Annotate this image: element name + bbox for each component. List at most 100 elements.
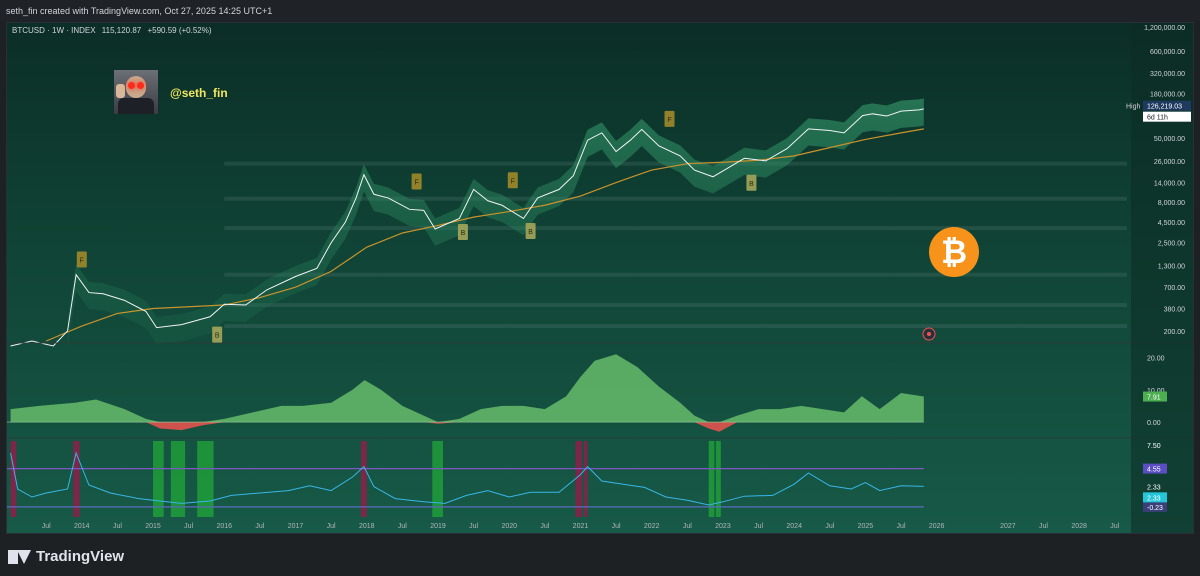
svg-text:B: B: [215, 333, 220, 340]
trend-band: [67, 98, 924, 348]
x-tick-label: Jul: [897, 523, 906, 530]
bottom-marker: B: [525, 222, 536, 239]
countdown: 6d 11h: [1147, 115, 1168, 122]
x-tick-label: Jul: [398, 523, 407, 530]
osc-tick-label: 20.00: [1147, 355, 1165, 362]
price-tick-label: 380.00: [1164, 307, 1186, 314]
osc-current-value: 7.91: [1147, 395, 1161, 402]
price-tick-label: 600,000.00: [1150, 49, 1185, 56]
price-tick-label: 26,000.00: [1154, 159, 1185, 166]
x-tick-label: 2025: [858, 523, 874, 530]
rsi-buy-zone: [708, 441, 715, 517]
x-tick-label: 2023: [715, 523, 731, 530]
price-tick-label: 180,000.00: [1150, 91, 1185, 98]
x-tick-label: 2026: [929, 523, 945, 530]
x-tick-label: Jul: [469, 523, 478, 530]
rsi-tick-label: -0.23: [1147, 505, 1163, 512]
support-zone: [224, 303, 1127, 308]
x-tick-label: 2027: [1000, 523, 1016, 530]
svg-text:F: F: [511, 178, 515, 185]
rsi-sell-zone: [73, 441, 80, 517]
legend-change: +590.59 (+0.52%): [147, 26, 212, 35]
rsi-sell-zone: [361, 441, 367, 517]
x-tick-label: 2019: [430, 523, 446, 530]
x-tick-label: 2016: [216, 523, 232, 530]
rsi-tick-label: 2.33: [1147, 484, 1161, 491]
high-value: 126,219.03: [1147, 104, 1182, 111]
x-tick-label: Jul: [255, 523, 264, 530]
legend-price: 115,120.87: [101, 26, 142, 35]
rsi-current-value: 2.33: [1147, 495, 1161, 502]
price-tick-label: 320,000.00: [1150, 71, 1185, 78]
price-axis: 1,200,000.00 600,000.00 320,000.00 180,000.…: [1126, 23, 1193, 533]
x-axis: Jul 2014 Jul 2015 Jul 2016 Jul 2017 Jul 2018 Jul 20…: [42, 523, 1120, 530]
rsi-buy-zone: [432, 441, 443, 517]
price-axis-bg: [1131, 23, 1193, 533]
high-label: High: [1126, 104, 1141, 111]
x-tick-label: Jul: [184, 523, 193, 530]
x-tick-label: Jul: [1039, 523, 1048, 530]
rsi-buy-zone: [153, 441, 164, 517]
osc-tick-label: 0.00: [1147, 420, 1161, 427]
rsi-line: [10, 451, 924, 506]
footer: [0, 536, 1200, 576]
x-tick-label: Jul: [1110, 523, 1119, 530]
top-marker: F: [664, 110, 675, 127]
price-tick-label: 8,000.00: [1158, 200, 1185, 207]
author-handle: @seth_fin: [170, 86, 228, 100]
x-tick-label: Jul: [113, 523, 122, 530]
bottom-marker: B: [212, 326, 223, 343]
price-tick-label: 4,500.00: [1158, 220, 1185, 227]
legend-symbol: BTCUSD · 1W · INDEX: [12, 26, 96, 35]
rsi-buy-zone: [715, 441, 721, 517]
svg-text:B: B: [528, 229, 533, 236]
x-tick-label: Jul: [683, 523, 692, 530]
tradingview-logo[interactable]: TradingView: [8, 548, 124, 565]
price-tick-label: 1,300.00: [1158, 264, 1185, 271]
oscillator-panel: [7, 354, 924, 432]
svg-text:B: B: [749, 181, 754, 188]
rsi-buy-zone: [197, 441, 214, 517]
bitcoin-logo-icon: ₿: [929, 227, 979, 277]
rsi-buy-zone: [170, 441, 186, 517]
x-tick-label: 2017: [288, 523, 304, 530]
price-panel: [10, 98, 1127, 348]
svg-text:F: F: [80, 258, 84, 265]
price-tick-label: 14,000.00: [1154, 181, 1185, 188]
oscillator-positive-area: [10, 354, 924, 423]
tradingview-brand: TradingView: [36, 548, 125, 565]
price-tick-label: 2,500.00: [1158, 241, 1185, 248]
price-tick-label: 700.00: [1164, 285, 1186, 292]
chart-legend: BTCUSD · 1W · INDEX 115,120.87 +590.59 (…: [12, 26, 216, 35]
top-marker: F: [411, 173, 422, 190]
creator-line: seth_fin created with TradingView.com, O…: [0, 0, 1200, 22]
x-tick-label: 2024: [786, 523, 802, 530]
support-zone: [224, 226, 1127, 231]
bottom-marker: B: [457, 224, 468, 241]
price-tick-label: 50,000.00: [1154, 136, 1185, 143]
rsi-sell-zone: [575, 441, 582, 517]
ma-long-line: [45, 128, 924, 342]
rsi-tick-label: 4.55: [1147, 467, 1161, 474]
x-tick-label: 2020: [501, 523, 517, 530]
tradingview-mark-icon: [8, 549, 31, 564]
top-marker: F: [76, 251, 87, 268]
x-tick-label: Jul: [825, 523, 834, 530]
x-tick-label: Jul: [327, 523, 336, 530]
x-tick-label: 2022: [644, 523, 660, 530]
x-tick-label: Jul: [612, 523, 621, 530]
profile-photo-icon: [114, 70, 158, 114]
top-marker: F: [507, 172, 518, 189]
svg-text:F: F: [667, 117, 671, 124]
x-tick-label: 2018: [359, 523, 375, 530]
x-tick-label: Jul: [42, 523, 51, 530]
support-zone: [224, 324, 1127, 329]
bottom-marker: B: [746, 174, 757, 191]
rsi-panel: [7, 441, 924, 517]
price-tick-label: 200.00: [1164, 329, 1186, 336]
oscillator-negative-area: [10, 422, 924, 432]
x-tick-label: 2014: [74, 523, 90, 530]
rsi-sell-zone: [584, 441, 588, 517]
x-tick-label: 2021: [573, 523, 589, 530]
x-tick-label: 2015: [145, 523, 161, 530]
